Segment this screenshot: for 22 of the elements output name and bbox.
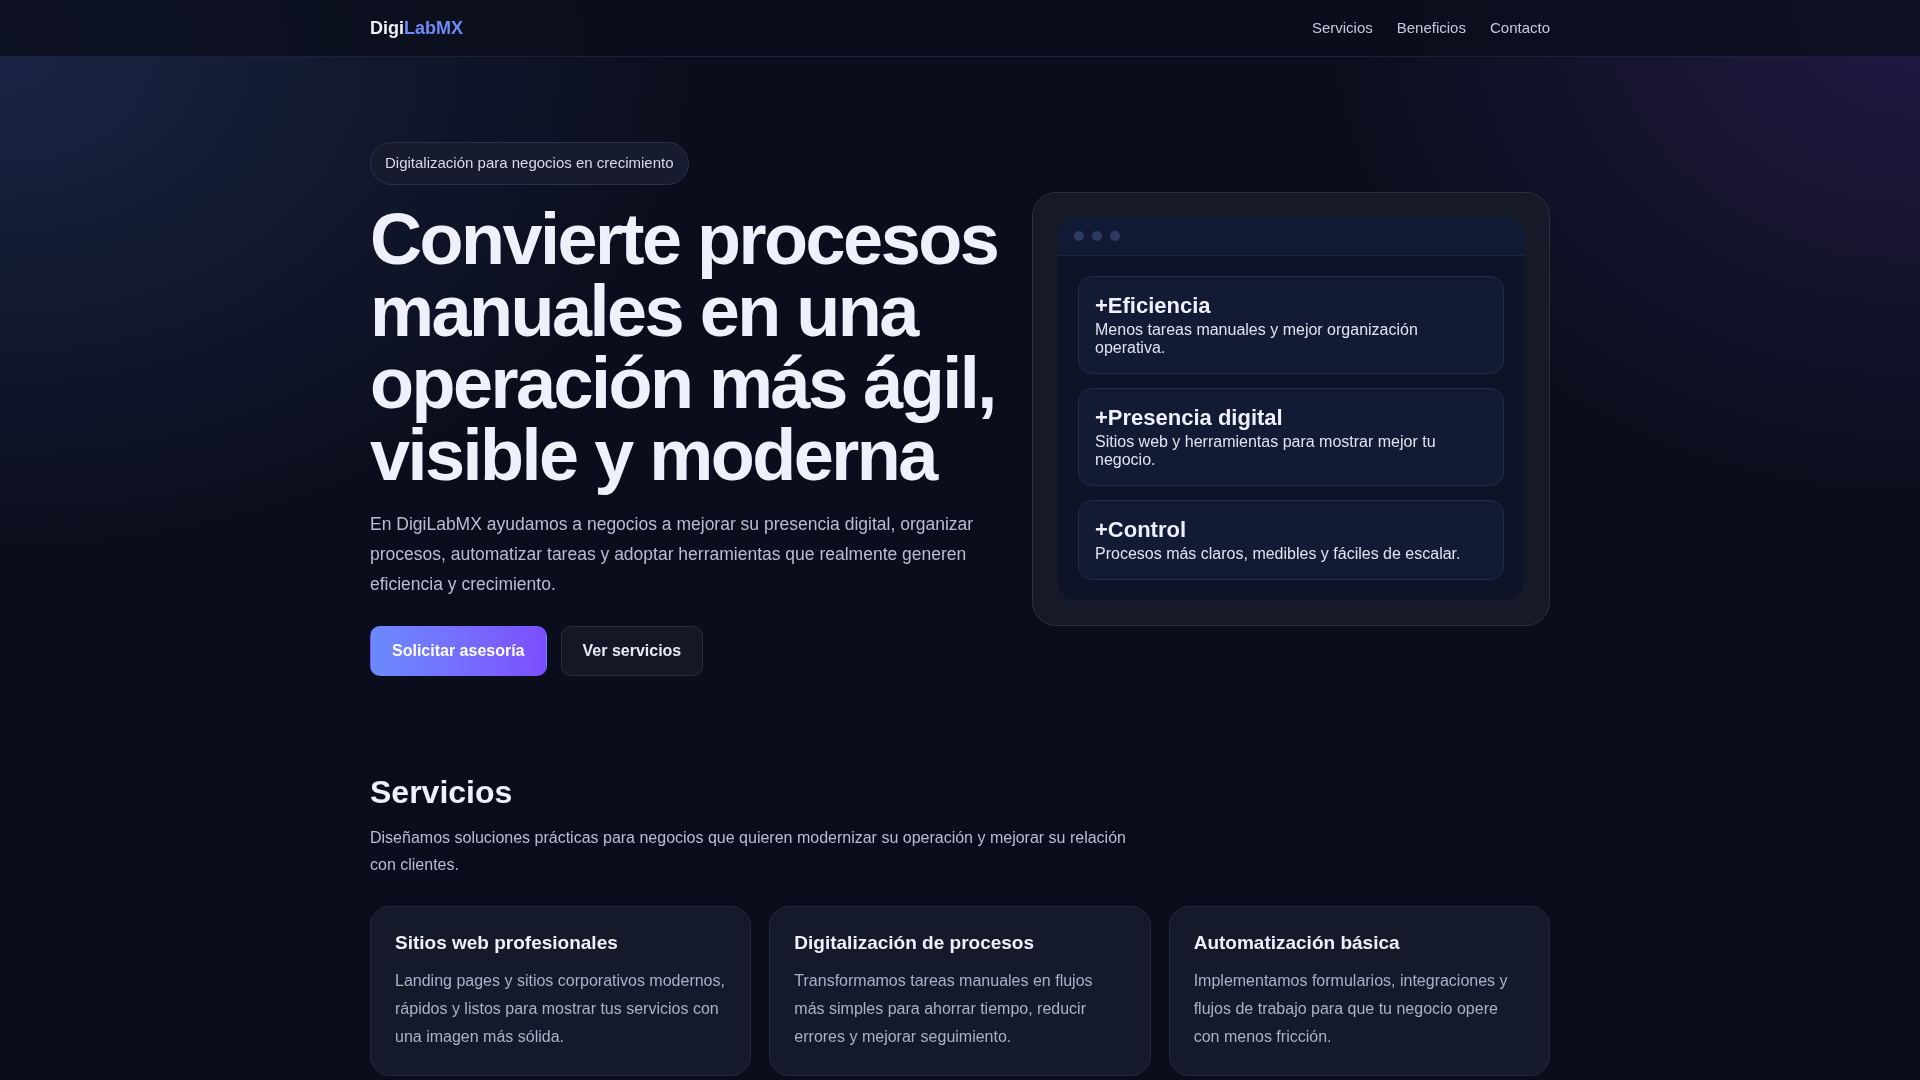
section-heading: Servicios <box>370 772 514 812</box>
primary-button[interactable]: Solicitar asesoría <box>370 625 547 676</box>
tagline-pill: Digitalización para negocios en crecimiento <box>370 142 689 185</box>
hero-description: En DigiLabMX ayudamos a negocios a mejorar su presencia digital, organizar procesos, automatizar tareas y adoptar herramientas que realmente generen eficiencia y crecimiento. <box>370 512 975 596</box>
benefit-title: +Eficiencia <box>1095 292 1212 319</box>
benefit-title: +Control <box>1095 516 1188 543</box>
benefit-text: Procesos más claros, medibles y fáciles de escalar. <box>1095 544 1462 563</box>
service-title: Digitalización de procesos <box>794 930 1035 955</box>
benefit-title: +Presencia digital <box>1095 404 1284 431</box>
nav-link[interactable]: Beneficios <box>1396 16 1466 40</box>
service-text: Transformamos tareas manuales en flujos más simples para ahorrar tiempo, reducir errores y mejorar seguimiento. <box>794 971 1094 1047</box>
service-title: Sitios web profesionales <box>395 930 619 955</box>
secondary-button[interactable]: Ver servicios <box>560 625 704 676</box>
service-text: Implementamos formularios, integraciones y flujos de trabajo para que tu negocio opere con menos fricción. <box>1193 971 1509 1047</box>
service-title: Automatización básica <box>1193 930 1401 955</box>
benefit-text: Sitios web y herramientas para mostrar mejor tu negocio. <box>1095 432 1437 469</box>
nav-link[interactable]: Servicios <box>1311 16 1373 40</box>
logo[interactable]: DigiLabMX <box>370 14 463 42</box>
service-text: Landing pages y sitios corporativos modernos, rápidos y listos para mostrar tus servicios con una imagen más sólida. <box>395 971 726 1047</box>
benefit-text: Menos tareas manuales y mejor organización operativa. <box>1095 320 1419 357</box>
section-description: Diseñamos soluciones prácticas para negocios que quieren modernizar su operación y mejorar su relación con clientes. <box>370 827 1127 875</box>
nav-link[interactable]: Contacto <box>1489 16 1550 40</box>
